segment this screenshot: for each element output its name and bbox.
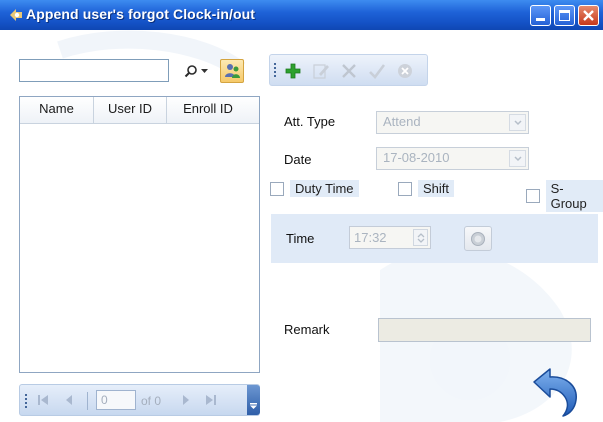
first-page-icon[interactable]	[37, 394, 49, 406]
time-value: 17:32	[354, 230, 387, 245]
search-input[interactable]	[19, 59, 169, 82]
page-count-label: of 0	[141, 394, 162, 408]
maximize-icon	[559, 10, 570, 21]
users-icon	[225, 64, 240, 78]
window-title: Append user's forgot Clock-in/out	[26, 6, 256, 22]
date-picker[interactable]: 17-08-2010	[376, 147, 529, 170]
att-type-select[interactable]: Attend	[376, 111, 529, 134]
clock-icon	[471, 232, 485, 246]
shift-checkbox-box[interactable]	[398, 181, 412, 196]
last-page-icon[interactable]	[205, 394, 217, 406]
delete-icon[interactable]	[340, 62, 358, 80]
remark-label: Remark	[284, 322, 330, 337]
date-label: Date	[284, 152, 312, 167]
column-header-enroll-id[interactable]: Enroll ID	[167, 97, 249, 123]
back-button[interactable]	[530, 366, 582, 418]
toolbar-grip[interactable]	[274, 63, 278, 77]
column-header-user-id[interactable]: User ID	[94, 97, 167, 123]
column-header-name[interactable]: Name	[20, 97, 94, 123]
minimize-button[interactable]	[530, 5, 551, 26]
previous-page-icon[interactable]	[63, 394, 75, 406]
page-number-input[interactable]: 0	[96, 390, 136, 410]
add-icon[interactable]	[284, 62, 302, 80]
undo-arrow-icon	[533, 368, 577, 417]
shift-label: Shift	[418, 180, 455, 197]
maximize-button[interactable]	[554, 5, 575, 26]
date-value: 17-08-2010	[383, 150, 450, 165]
duty-time-label: Duty Time	[290, 180, 359, 197]
append-forgot-clock-window: Append user's forgot Clock-in/out Name U…	[0, 0, 603, 422]
list-header: Name User ID Enroll ID	[20, 97, 259, 124]
separator	[87, 392, 88, 410]
chevron-down-icon	[514, 120, 522, 126]
shift-checkbox[interactable]: Shift	[398, 180, 455, 197]
close-button[interactable]	[578, 5, 599, 26]
title-bar[interactable]: Append user's forgot Clock-in/out	[0, 0, 603, 30]
time-label: Time	[286, 231, 315, 246]
search-icon	[184, 65, 197, 78]
pick-time-button[interactable]	[464, 226, 492, 251]
att-type-value: Attend	[383, 114, 421, 129]
att-type-dropdown-button[interactable]	[509, 114, 526, 131]
s-group-label: S-Group	[545, 180, 603, 212]
edit-toolbar	[269, 54, 428, 86]
att-type-label: Att. Type	[284, 114, 336, 129]
app-clock-icon	[8, 7, 24, 23]
next-page-icon[interactable]	[180, 394, 192, 406]
spinner-arrows-icon	[417, 233, 425, 243]
time-panel: Time 17:32	[271, 214, 598, 263]
toolbar-grip[interactable]	[25, 394, 29, 408]
minimize-icon	[536, 18, 545, 21]
duty-time-checkbox[interactable]: Duty Time	[270, 180, 359, 197]
time-input[interactable]: 17:32	[349, 226, 431, 249]
time-spinner[interactable]	[413, 229, 428, 246]
pager-toolbar: 0 of 0	[19, 384, 260, 416]
date-dropdown-button[interactable]	[509, 150, 526, 167]
chevron-down-icon	[514, 156, 522, 162]
user-list[interactable]: Name User ID Enroll ID	[19, 96, 260, 373]
overflow-chevron-icon	[250, 403, 257, 409]
toolbar-overflow-button[interactable]	[247, 385, 260, 415]
chevron-down-icon	[201, 69, 208, 73]
cancel-icon[interactable]	[396, 62, 414, 80]
search-dropdown-button[interactable]	[172, 59, 218, 82]
close-icon	[583, 10, 594, 21]
s-group-checkbox[interactable]: S-Group	[526, 180, 603, 212]
duty-time-checkbox-box[interactable]	[270, 181, 284, 196]
confirm-icon[interactable]	[368, 62, 386, 80]
edit-icon[interactable]	[312, 62, 330, 80]
remark-input[interactable]	[378, 318, 591, 342]
s-group-checkbox-box[interactable]	[526, 189, 540, 203]
select-user-button[interactable]	[220, 59, 244, 83]
